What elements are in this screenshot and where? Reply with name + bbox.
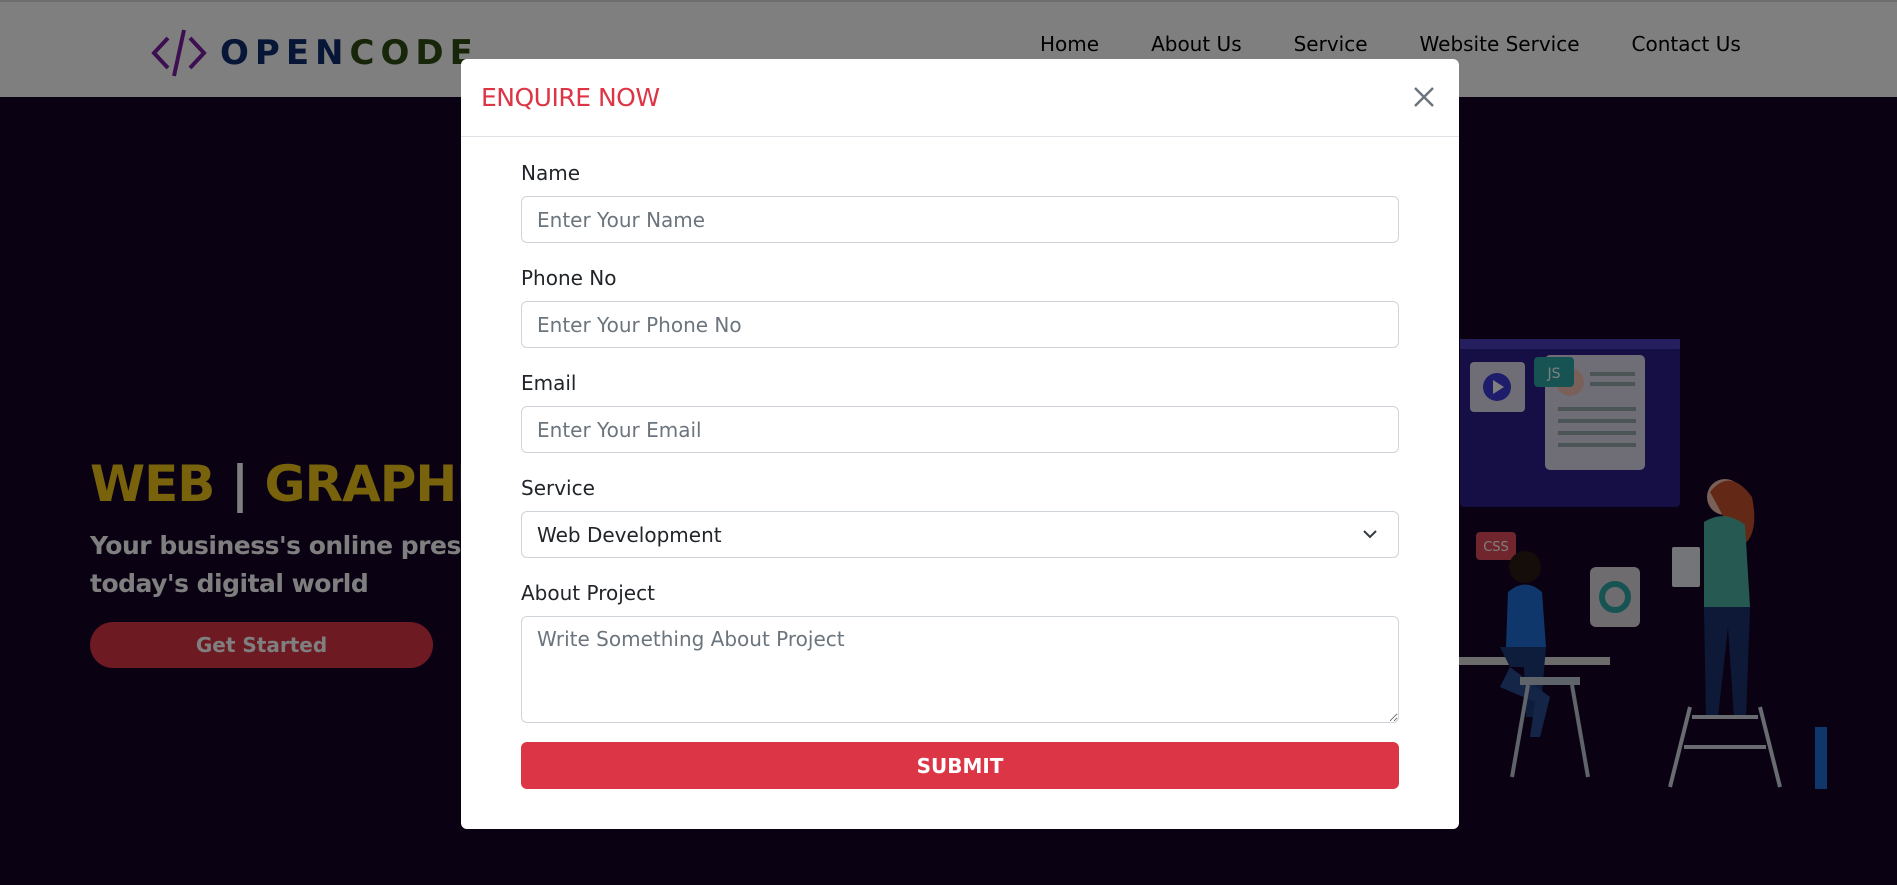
submit-button[interactable]: SUBMIT [521, 742, 1399, 789]
enquiry-modal: ENQUIRE NOW Name Phone No Email Service … [461, 59, 1459, 829]
modal-title: ENQUIRE NOW [481, 83, 660, 112]
modal-header: ENQUIRE NOW [461, 59, 1459, 137]
service-select[interactable]: Web Development [521, 511, 1399, 558]
about-project-label: About Project [521, 581, 655, 605]
chevron-down-icon [1363, 530, 1377, 539]
about-project-textarea[interactable] [521, 616, 1399, 723]
service-select-value: Web Development [537, 523, 722, 547]
close-icon [1414, 87, 1434, 107]
name-input[interactable] [521, 196, 1399, 243]
email-input[interactable] [521, 406, 1399, 453]
email-label: Email [521, 371, 577, 395]
enquiry-form: Name Phone No Email Service Web Developm… [521, 137, 1399, 789]
phone-input[interactable] [521, 301, 1399, 348]
service-label: Service [521, 476, 595, 500]
phone-label: Phone No [521, 266, 617, 290]
name-label: Name [521, 161, 581, 185]
close-button[interactable] [1407, 80, 1441, 114]
